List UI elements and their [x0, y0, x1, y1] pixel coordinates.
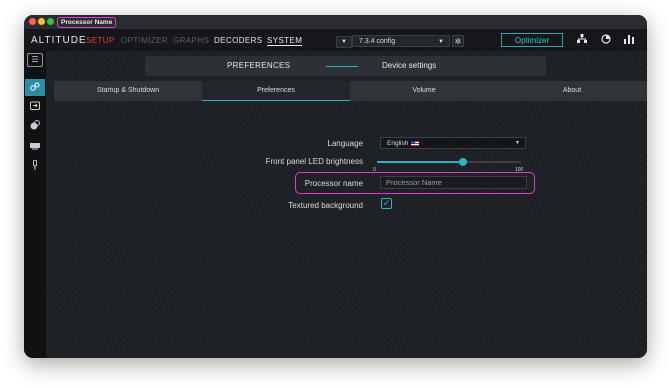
microphone-icon[interactable] [27, 159, 43, 174]
brightness-slider-fill [377, 161, 464, 163]
settings-tabs: Startup & Shutdown Preferences Volume Ab… [54, 81, 647, 101]
zoom-window-button[interactable] [47, 18, 54, 25]
app-window: Processor Name ALTITUDE SETUP OPTIMIZER … [24, 15, 647, 358]
title-bar: Processor Name [24, 15, 647, 29]
app-logo: ALTITUDE [31, 35, 87, 46]
sidebar: ☰ [24, 51, 46, 358]
brightness-slider-thumb[interactable] [459, 158, 468, 166]
config-settings-button[interactable]: ✲ [452, 35, 464, 47]
audio-icon[interactable] [27, 120, 43, 134]
main-content: PREFERENCES Device settings Startup & Sh… [46, 51, 647, 358]
close-window-button[interactable] [29, 18, 36, 25]
language-label: Language [327, 139, 363, 148]
top-menu-bar: ALTITUDE SETUP OPTIMIZER GRAPHS DECODERS… [24, 29, 647, 51]
window-title: Processor Name [57, 17, 117, 28]
tab-optimizer[interactable]: OPTIMIZER [121, 36, 168, 45]
input-icon[interactable] [27, 100, 43, 114]
chevron-down-icon: ▼ [515, 140, 520, 146]
tab-decoders[interactable]: DECODERS [214, 36, 263, 45]
tab-system[interactable]: SYSTEM [267, 36, 303, 46]
display-icon[interactable] [27, 140, 43, 154]
chevron-down-icon: ▼ [341, 39, 347, 45]
menu-icon[interactable]: ☰ [27, 53, 43, 67]
gear-icon: ✲ [454, 37, 462, 46]
tab-startup-shutdown[interactable]: Startup & Shutdown [54, 81, 202, 101]
processor-name-input[interactable]: Processor Name [380, 176, 527, 189]
tab-setup[interactable]: SETUP [86, 36, 115, 45]
segment-preferences[interactable]: PREFERENCES [227, 61, 290, 70]
brightness-slider[interactable] [377, 158, 521, 166]
us-flag-icon [411, 140, 420, 146]
equalizer-icon[interactable] [622, 34, 636, 46]
config-select-value: 7.3.4 config [359, 38, 396, 45]
chevron-down-icon: ▼ [438, 39, 444, 45]
section-switcher: PREFERENCES Device settings [145, 56, 546, 76]
minimize-window-button[interactable] [38, 18, 45, 25]
checkmark-icon: ✓ [382, 198, 391, 208]
brightness-label: Front panel LED brightness [265, 157, 363, 166]
tab-volume[interactable]: Volume [350, 81, 498, 101]
speakers-icon[interactable] [25, 79, 45, 96]
tab-about[interactable]: About [498, 81, 646, 101]
textured-background-label: Textured background [288, 201, 363, 210]
config-select[interactable]: 7.3.4 config ▼ [352, 35, 450, 47]
timer-icon[interactable] [599, 34, 613, 46]
textured-background-checkbox[interactable]: ✓ [381, 198, 392, 209]
processor-name-label: Processor name [304, 179, 363, 188]
optimizer-button[interactable]: Optimizer [501, 33, 563, 47]
segment-device-settings[interactable]: Device settings [382, 61, 436, 70]
segment-toggle-indicator[interactable] [326, 66, 358, 67]
tab-graphs[interactable]: GRAPHS [173, 36, 209, 45]
tab-preferences[interactable]: Preferences [202, 81, 350, 101]
language-select[interactable]: English ▼ [380, 137, 526, 149]
language-value: English [387, 140, 409, 147]
network-icon[interactable] [575, 34, 589, 46]
config-menu-button[interactable]: ▼ [336, 36, 352, 48]
